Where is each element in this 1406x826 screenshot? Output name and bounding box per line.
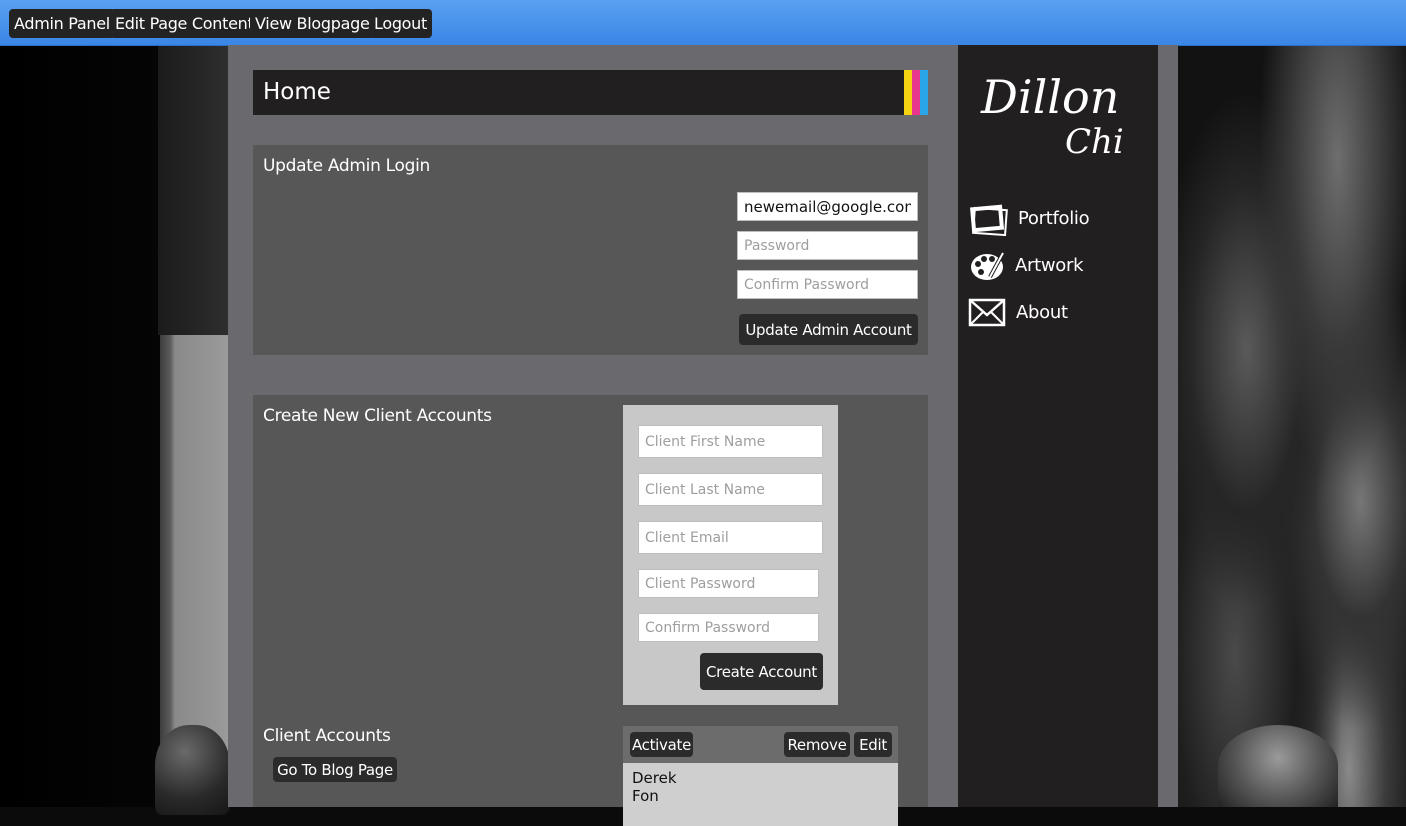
photos-icon: [968, 200, 1008, 238]
client-first-name: Derek: [632, 769, 677, 787]
client-first-name-field[interactable]: [638, 425, 823, 458]
logo-line-1: Dillon: [980, 70, 1119, 124]
admin-login-heading: Update Admin Login: [263, 156, 431, 176]
client-list: Derek Fon: [623, 763, 898, 826]
accent-stripes: [904, 70, 928, 115]
admin-login-panel: Update Admin Login Update Admin Account: [253, 145, 928, 355]
page-title: Home: [263, 79, 331, 105]
create-account-button[interactable]: Create Account: [700, 653, 823, 690]
client-accounts-table: Activate Remove Edit Derek Fon: [623, 726, 898, 826]
site-sidebar: Dillon Chi Portfolio Artwork About: [958, 45, 1158, 807]
client-last-name-field[interactable]: [638, 473, 823, 506]
client-last-name: Fon: [632, 787, 659, 805]
admin-email-field[interactable]: [737, 192, 918, 221]
remove-button[interactable]: Remove: [784, 732, 850, 757]
envelope-icon: [968, 294, 1008, 332]
client-accounts-heading: Client Accounts: [263, 726, 391, 746]
main-content: Home Update Admin Login Update Admin Acc…: [228, 45, 958, 826]
background-pillar: [158, 45, 228, 335]
client-password-field[interactable]: [638, 569, 819, 598]
view-blogpage-button[interactable]: View Blogpage: [250, 9, 375, 38]
admin-password-field[interactable]: [737, 231, 918, 260]
dillon-chi-logo[interactable]: Dillon Chi: [973, 55, 1143, 165]
admin-panel-button[interactable]: Admin Panel: [9, 9, 115, 38]
nav-item-portfolio[interactable]: Portfolio: [968, 200, 1148, 238]
page-title-bar: Home: [253, 70, 928, 115]
nav-label-portfolio: Portfolio: [1018, 208, 1090, 229]
client-email-field[interactable]: [638, 521, 823, 554]
sidebar-gutter: [1158, 45, 1178, 807]
update-admin-account-button[interactable]: Update Admin Account: [739, 314, 918, 345]
edit-button[interactable]: Edit: [854, 732, 892, 757]
client-confirm-password-field[interactable]: [638, 613, 819, 642]
edit-page-content-button[interactable]: Edit Page Content: [110, 9, 259, 38]
palette-icon: [968, 247, 1008, 285]
logo-line-2: Chi: [1065, 122, 1124, 162]
create-accounts-heading: Create New Client Accounts: [263, 406, 492, 426]
activate-button[interactable]: Activate: [630, 732, 693, 757]
nav-item-artwork[interactable]: Artwork: [968, 247, 1148, 285]
background-knob: [155, 725, 230, 815]
admin-confirm-password-field[interactable]: [737, 270, 918, 299]
logout-button[interactable]: Logout: [369, 9, 432, 38]
nav-label-artwork: Artwork: [1015, 255, 1084, 276]
list-item[interactable]: Derek Fon: [632, 769, 677, 805]
client-accounts-panel: Create New Client Accounts Create Accoun…: [253, 395, 928, 826]
background-photo-right: [1178, 45, 1406, 807]
accent-stripe-blue: [920, 70, 928, 115]
background-rock: [1218, 725, 1338, 807]
background-photo-left: [0, 45, 230, 815]
nav-item-about[interactable]: About: [968, 294, 1148, 332]
create-account-form: Create Account: [623, 405, 838, 705]
accent-stripe-yellow: [904, 70, 912, 115]
admin-top-bar: Admin Panel Edit Page Content View Blogp…: [0, 0, 1406, 46]
nav-label-about: About: [1016, 302, 1068, 323]
go-to-blog-page-button[interactable]: Go To Blog Page: [273, 757, 397, 782]
accent-stripe-pink: [912, 70, 920, 115]
